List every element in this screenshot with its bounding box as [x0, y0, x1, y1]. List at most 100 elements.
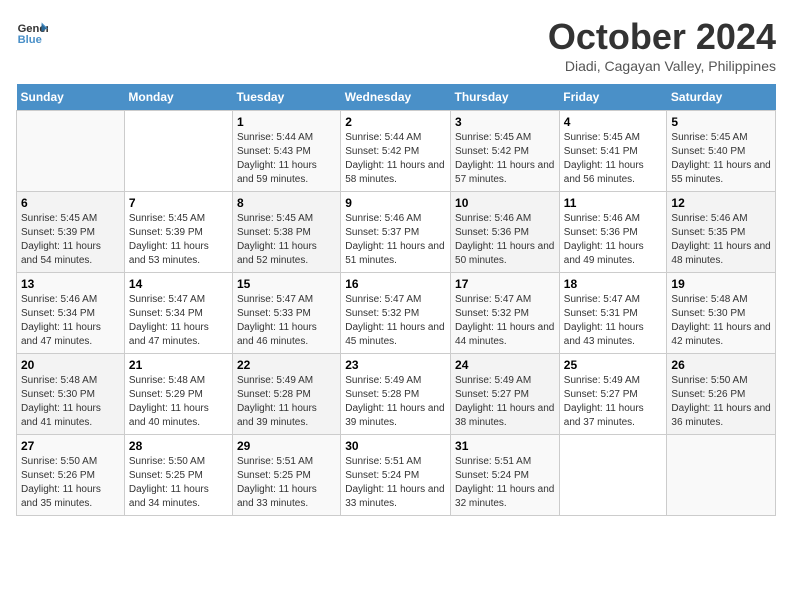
day-number: 19 — [671, 277, 771, 291]
day-number: 2 — [345, 115, 446, 129]
day-number: 18 — [564, 277, 663, 291]
calendar-cell: 30 Sunrise: 5:51 AM Sunset: 5:24 PM Dayli… — [341, 435, 451, 516]
day-info: Sunrise: 5:49 AM Sunset: 5:27 PM Dayligh… — [455, 374, 555, 430]
day-info: Sunrise: 5:46 AM Sunset: 5:34 PM Dayligh… — [21, 293, 120, 349]
day-info: Sunrise: 5:48 AM Sunset: 5:30 PM Dayligh… — [21, 374, 120, 430]
calendar-cell: 23 Sunrise: 5:49 AM Sunset: 5:28 PM Dayli… — [341, 354, 451, 435]
calendar-cell: 3 Sunrise: 5:45 AM Sunset: 5:42 PM Daylig… — [451, 111, 560, 192]
weekday-header-thursday: Thursday — [451, 84, 560, 111]
calendar-week-5: 27 Sunrise: 5:50 AM Sunset: 5:26 PM Dayli… — [17, 435, 776, 516]
calendar-cell: 15Sunrise: 5:47 AM Sunset: 5:33 PM Dayli… — [232, 273, 340, 354]
calendar-cell: 5Sunrise: 5:45 AM Sunset: 5:40 PM Daylig… — [667, 111, 776, 192]
weekday-header-wednesday: Wednesday — [341, 84, 451, 111]
calendar-cell: 2 Sunrise: 5:44 AM Sunset: 5:42 PM Daylig… — [341, 111, 451, 192]
calendar-cell: 22 Sunrise: 5:49 AM Sunset: 5:28 PM Dayli… — [232, 354, 340, 435]
day-info: Sunrise: 5:50 AM Sunset: 5:25 PM Dayligh… — [129, 455, 228, 511]
calendar-cell: 12 Sunrise: 5:46 AM Sunset: 5:35 PM Dayli… — [667, 192, 776, 273]
calendar-cell: 31Sunrise: 5:51 AM Sunset: 5:24 PM Dayli… — [451, 435, 560, 516]
calendar-week-1: 1Sunrise: 5:44 AM Sunset: 5:43 PM Daylig… — [17, 111, 776, 192]
day-info: Sunrise: 5:45 AM Sunset: 5:42 PM Dayligh… — [455, 131, 555, 187]
day-number: 30 — [345, 439, 446, 453]
location-subtitle: Diadi, Cagayan Valley, Philippines — [548, 58, 776, 74]
month-title: October 2024 — [548, 16, 776, 58]
calendar-cell — [559, 435, 667, 516]
day-info: Sunrise: 5:46 AM Sunset: 5:37 PM Dayligh… — [345, 212, 446, 268]
day-number: 29 — [237, 439, 336, 453]
logo: General Blue — [16, 16, 48, 48]
day-info: Sunrise: 5:45 AM Sunset: 5:39 PM Dayligh… — [129, 212, 228, 268]
day-info: Sunrise: 5:51 AM Sunset: 5:25 PM Dayligh… — [237, 455, 336, 511]
day-number: 28 — [129, 439, 228, 453]
day-info: Sunrise: 5:46 AM Sunset: 5:35 PM Dayligh… — [671, 212, 771, 268]
calendar-cell: 4 Sunrise: 5:45 AM Sunset: 5:41 PM Daylig… — [559, 111, 667, 192]
day-info: Sunrise: 5:51 AM Sunset: 5:24 PM Dayligh… — [455, 455, 555, 511]
calendar-cell: 27 Sunrise: 5:50 AM Sunset: 5:26 PM Dayli… — [17, 435, 125, 516]
weekday-header-saturday: Saturday — [667, 84, 776, 111]
day-number: 16 — [345, 277, 446, 291]
calendar-cell: 9Sunrise: 5:46 AM Sunset: 5:37 PM Daylig… — [341, 192, 451, 273]
day-info: Sunrise: 5:49 AM Sunset: 5:28 PM Dayligh… — [345, 374, 446, 430]
day-info: Sunrise: 5:45 AM Sunset: 5:40 PM Dayligh… — [671, 131, 771, 187]
calendar-week-3: 13Sunrise: 5:46 AM Sunset: 5:34 PM Dayli… — [17, 273, 776, 354]
logo-icon: General Blue — [16, 16, 48, 48]
calendar-cell: 26Sunrise: 5:50 AM Sunset: 5:26 PM Dayli… — [667, 354, 776, 435]
day-number: 8 — [237, 196, 336, 210]
day-info: Sunrise: 5:45 AM Sunset: 5:41 PM Dayligh… — [564, 131, 663, 187]
day-number: 12 — [671, 196, 771, 210]
day-number: 1 — [237, 115, 336, 129]
calendar-cell: 19 Sunrise: 5:48 AM Sunset: 5:30 PM Dayli… — [667, 273, 776, 354]
calendar-cell — [124, 111, 232, 192]
day-info: Sunrise: 5:44 AM Sunset: 5:42 PM Dayligh… — [345, 131, 446, 187]
calendar-cell: 17 Sunrise: 5:47 AM Sunset: 5:32 PM Dayli… — [451, 273, 560, 354]
calendar-cell: 11 Sunrise: 5:46 AM Sunset: 5:36 PM Dayli… — [559, 192, 667, 273]
day-number: 6 — [21, 196, 120, 210]
day-number: 4 — [564, 115, 663, 129]
calendar-cell: 21Sunrise: 5:48 AM Sunset: 5:29 PM Dayli… — [124, 354, 232, 435]
day-number: 14 — [129, 277, 228, 291]
day-info: Sunrise: 5:47 AM Sunset: 5:32 PM Dayligh… — [455, 293, 555, 349]
day-info: Sunrise: 5:47 AM Sunset: 5:34 PM Dayligh… — [129, 293, 228, 349]
calendar-cell: 1Sunrise: 5:44 AM Sunset: 5:43 PM Daylig… — [232, 111, 340, 192]
calendar-week-2: 6 Sunrise: 5:45 AM Sunset: 5:39 PM Daylig… — [17, 192, 776, 273]
svg-text:Blue: Blue — [18, 34, 42, 46]
day-number: 26 — [671, 358, 771, 372]
day-info: Sunrise: 5:48 AM Sunset: 5:30 PM Dayligh… — [671, 293, 771, 349]
day-number: 17 — [455, 277, 555, 291]
calendar-cell: 6 Sunrise: 5:45 AM Sunset: 5:39 PM Daylig… — [17, 192, 125, 273]
day-info: Sunrise: 5:51 AM Sunset: 5:24 PM Dayligh… — [345, 455, 446, 511]
calendar-cell — [667, 435, 776, 516]
calendar-cell: 25Sunrise: 5:49 AM Sunset: 5:27 PM Dayli… — [559, 354, 667, 435]
calendar-cell: 16Sunrise: 5:47 AM Sunset: 5:32 PM Dayli… — [341, 273, 451, 354]
calendar-cell: 18 Sunrise: 5:47 AM Sunset: 5:31 PM Dayli… — [559, 273, 667, 354]
calendar-header-row: SundayMondayTuesdayWednesdayThursdayFrid… — [17, 84, 776, 111]
day-info: Sunrise: 5:46 AM Sunset: 5:36 PM Dayligh… — [564, 212, 663, 268]
day-info: Sunrise: 5:45 AM Sunset: 5:39 PM Dayligh… — [21, 212, 120, 268]
calendar-table: SundayMondayTuesdayWednesdayThursdayFrid… — [16, 84, 776, 516]
day-number: 7 — [129, 196, 228, 210]
day-info: Sunrise: 5:47 AM Sunset: 5:31 PM Dayligh… — [564, 293, 663, 349]
calendar-cell: 14 Sunrise: 5:47 AM Sunset: 5:34 PM Dayli… — [124, 273, 232, 354]
day-info: Sunrise: 5:46 AM Sunset: 5:36 PM Dayligh… — [455, 212, 555, 268]
day-number: 23 — [345, 358, 446, 372]
weekday-header-monday: Monday — [124, 84, 232, 111]
day-number: 27 — [21, 439, 120, 453]
day-number: 10 — [455, 196, 555, 210]
weekday-header-sunday: Sunday — [17, 84, 125, 111]
day-info: Sunrise: 5:49 AM Sunset: 5:27 PM Dayligh… — [564, 374, 663, 430]
day-number: 24 — [455, 358, 555, 372]
day-number: 22 — [237, 358, 336, 372]
day-number: 3 — [455, 115, 555, 129]
title-block: October 2024 Diadi, Cagayan Valley, Phil… — [548, 16, 776, 74]
calendar-cell: 13Sunrise: 5:46 AM Sunset: 5:34 PM Dayli… — [17, 273, 125, 354]
day-info: Sunrise: 5:50 AM Sunset: 5:26 PM Dayligh… — [21, 455, 120, 511]
calendar-cell: 8Sunrise: 5:45 AM Sunset: 5:38 PM Daylig… — [232, 192, 340, 273]
day-info: Sunrise: 5:48 AM Sunset: 5:29 PM Dayligh… — [129, 374, 228, 430]
calendar-cell: 10 Sunrise: 5:46 AM Sunset: 5:36 PM Dayli… — [451, 192, 560, 273]
day-number: 11 — [564, 196, 663, 210]
calendar-cell — [17, 111, 125, 192]
weekday-header-friday: Friday — [559, 84, 667, 111]
day-info: Sunrise: 5:49 AM Sunset: 5:28 PM Dayligh… — [237, 374, 336, 430]
calendar-cell: 20Sunrise: 5:48 AM Sunset: 5:30 PM Dayli… — [17, 354, 125, 435]
calendar-cell: 28 Sunrise: 5:50 AM Sunset: 5:25 PM Dayli… — [124, 435, 232, 516]
calendar-body: 1Sunrise: 5:44 AM Sunset: 5:43 PM Daylig… — [17, 111, 776, 516]
